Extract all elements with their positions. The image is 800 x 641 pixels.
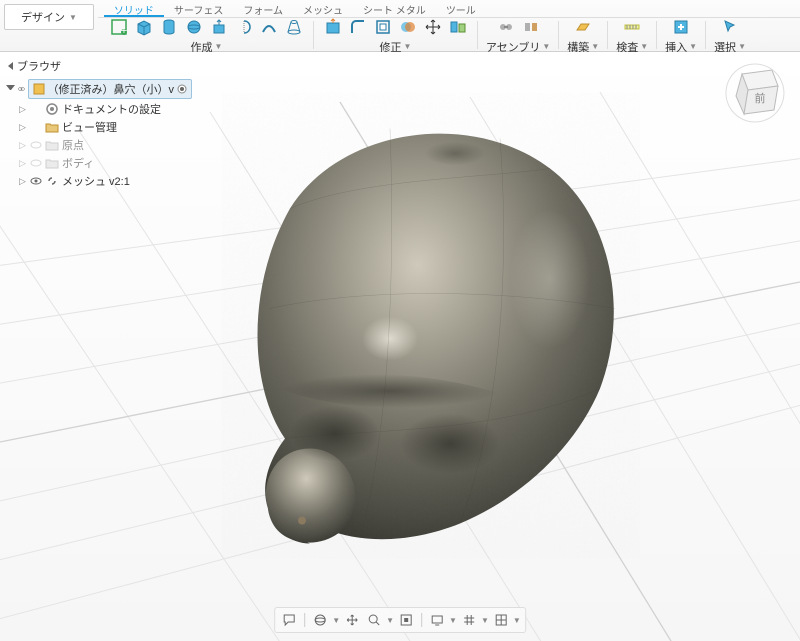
zoom-icon[interactable] — [364, 610, 384, 630]
separator — [421, 613, 422, 627]
joint-icon[interactable] — [495, 16, 517, 38]
expand-icon[interactable]: ▷ — [18, 105, 27, 114]
browser-panel: ブラウザ （修正済み）鼻穴（小）v ▷ ドキュメントの設定 ▷ ビュー管理 ▷ — [4, 56, 194, 192]
align-icon[interactable] — [447, 16, 469, 38]
svg-text:前: 前 — [755, 91, 766, 105]
tab-sheetmetal[interactable]: シート メタル — [353, 0, 436, 17]
svg-text:+: + — [121, 25, 127, 37]
move-icon[interactable] — [422, 16, 444, 38]
pan-icon[interactable] — [342, 610, 362, 630]
link-icon — [45, 174, 59, 188]
design-label: デザイン — [21, 9, 65, 25]
sweep-icon[interactable] — [258, 16, 280, 38]
chevron-down-icon[interactable]: ▼ — [481, 616, 489, 625]
combine-icon[interactable] — [397, 16, 419, 38]
separator — [313, 21, 314, 49]
measure-icon[interactable] — [621, 16, 643, 38]
separator — [558, 21, 559, 49]
chevron-down-icon[interactable]: ▼ — [386, 616, 394, 625]
tab-mesh[interactable]: メッシュ — [293, 0, 353, 17]
fillet-icon[interactable] — [347, 16, 369, 38]
group-select: 選択▼ — [710, 16, 750, 55]
expand-icon[interactable]: ▷ — [18, 159, 27, 168]
collapse-icon[interactable] — [8, 62, 13, 70]
group-construct: 構築▼ — [563, 16, 603, 55]
expand-icon[interactable]: ▷ — [18, 177, 27, 186]
visibility-icon[interactable] — [18, 83, 25, 95]
group-inspect: 検査▼ — [612, 16, 652, 55]
gear-icon — [45, 102, 59, 116]
tab-form[interactable]: フォーム — [233, 0, 293, 17]
expand-icon[interactable]: ▷ — [18, 141, 27, 150]
visibility-icon[interactable] — [30, 175, 42, 187]
separator — [656, 21, 657, 49]
tree-item-docsettings[interactable]: ▷ ドキュメントの設定 — [4, 100, 194, 118]
select-icon[interactable] — [719, 16, 741, 38]
chevron-down-icon[interactable]: ▼ — [332, 616, 340, 625]
tree-root[interactable]: （修正済み）鼻穴（小）v — [4, 78, 194, 100]
design-dropdown[interactable]: デザイン ▼ — [4, 4, 94, 30]
toolbar: + 作成▼ — [98, 18, 800, 52]
item-label: ビュー管理 — [62, 119, 192, 135]
tree-item-views[interactable]: ▷ ビュー管理 — [4, 118, 194, 136]
shell-icon[interactable] — [372, 16, 394, 38]
plane-icon[interactable] — [572, 16, 594, 38]
cylinder-icon[interactable] — [158, 16, 180, 38]
chevron-down-icon: ▼ — [69, 13, 77, 22]
tab-surface[interactable]: サーフェス — [164, 0, 233, 17]
separator — [607, 21, 608, 49]
group-create: + 作成▼ — [104, 16, 309, 55]
navigation-bar: ▼ ▼ ▼ ▼ ▼ — [274, 607, 526, 633]
separator — [477, 21, 478, 49]
insert-icon[interactable] — [670, 16, 692, 38]
group-modify: 修正▼ — [318, 16, 473, 55]
folder-icon — [45, 156, 59, 170]
tab-tools[interactable]: ツール — [436, 0, 486, 17]
group-assembly: アセンブリ▼ — [482, 16, 554, 55]
item-label: ドキュメントの設定 — [62, 101, 192, 117]
item-label: メッシュ v2:1 — [62, 173, 192, 189]
expand-icon[interactable]: ▷ — [18, 123, 27, 132]
box-icon[interactable] — [133, 16, 155, 38]
tree-item-mesh[interactable]: ▷ メッシュ v2:1 — [4, 172, 194, 190]
group-insert: 挿入▼ — [661, 16, 701, 55]
ribbon: デザイン ▼ ソリッド サーフェス フォーム メッシュ シート メタル ツール … — [0, 0, 800, 52]
separator — [705, 21, 706, 49]
chevron-down-icon[interactable]: ▼ — [513, 616, 521, 625]
extrude-icon[interactable] — [208, 16, 230, 38]
visibility-off-icon[interactable] — [30, 157, 42, 169]
expand-icon[interactable] — [6, 85, 15, 94]
folder-icon — [45, 120, 59, 134]
tab-solid[interactable]: ソリッド — [104, 0, 164, 17]
chevron-down-icon[interactable]: ▼ — [449, 616, 457, 625]
presspull-icon[interactable] — [322, 16, 344, 38]
fit-icon[interactable] — [396, 610, 416, 630]
comment-icon[interactable] — [279, 610, 299, 630]
item-label: 原点 — [62, 137, 192, 153]
browser-title: ブラウザ — [17, 58, 61, 74]
ribbon-tabs-container: ソリッド サーフェス フォーム メッシュ シート メタル ツール + — [98, 0, 800, 52]
orbit-icon[interactable] — [310, 610, 330, 630]
display-icon[interactable] — [427, 610, 447, 630]
radio-icon[interactable] — [177, 84, 187, 94]
viewport-icon[interactable] — [491, 610, 511, 630]
viewcube[interactable]: 前 — [722, 60, 788, 126]
separator — [304, 613, 305, 627]
new-sketch-icon[interactable]: + — [108, 16, 130, 38]
browser-header[interactable]: ブラウザ — [4, 56, 194, 76]
loft-icon[interactable] — [283, 16, 305, 38]
item-label: ボディ — [62, 155, 192, 171]
tree-item-bodies[interactable]: ▷ ボディ — [4, 154, 194, 172]
visibility-off-icon[interactable] — [30, 139, 42, 151]
browser-tree: （修正済み）鼻穴（小）v ▷ ドキュメントの設定 ▷ ビュー管理 ▷ 原点 ▷ — [4, 76, 194, 192]
grid-icon[interactable] — [459, 610, 479, 630]
root-label: （修正済み）鼻穴（小）v — [48, 81, 175, 97]
folder-icon — [45, 138, 59, 152]
sphere-icon[interactable] — [183, 16, 205, 38]
component-icon — [33, 83, 45, 95]
asbuilt-joint-icon[interactable] — [520, 16, 542, 38]
mesh-model[interactable] — [160, 88, 640, 558]
tree-item-origin[interactable]: ▷ 原点 — [4, 136, 194, 154]
revolve-icon[interactable] — [233, 16, 255, 38]
